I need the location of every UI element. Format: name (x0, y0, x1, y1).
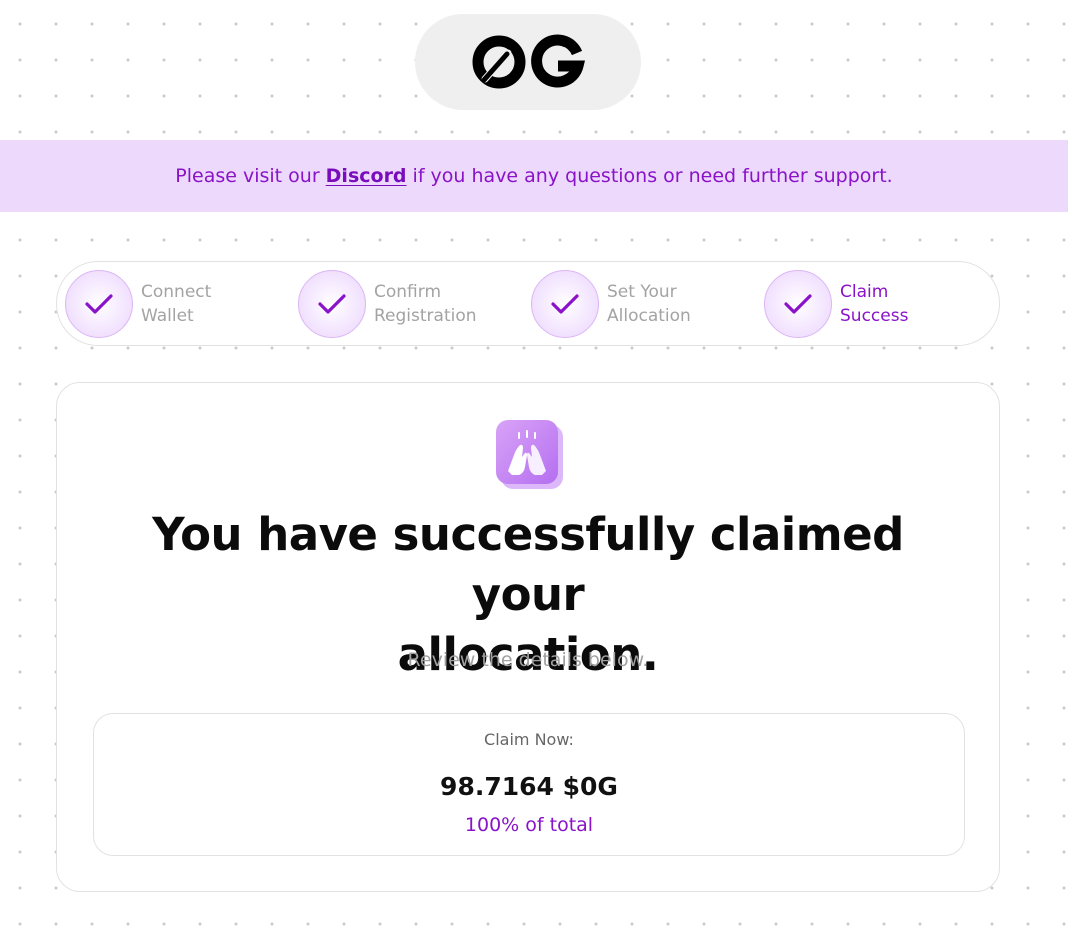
check-icon (85, 293, 113, 314)
claim-label: Claim Now: (484, 730, 574, 749)
step-label: Confirm Registration (374, 281, 477, 326)
step-status-circle (531, 269, 599, 338)
logo-container (415, 14, 641, 110)
step-label: Claim Success (840, 281, 909, 326)
success-subtext: Review the details below. (407, 649, 649, 671)
step-connect-wallet: Connect Wallet (65, 268, 261, 339)
claim-percent: 100% of total (464, 814, 594, 836)
step-set-allocation: Set Your Allocation (531, 268, 727, 339)
check-icon (318, 293, 346, 314)
check-icon (784, 293, 812, 314)
step-status-circle (65, 269, 133, 338)
support-banner: Please visit our Discord if you have any… (0, 140, 1068, 212)
progress-stepper: Connect Wallet Confirm Registration Set … (56, 261, 1000, 346)
claim-amount: 98.7164 $0G (440, 772, 618, 801)
success-card: You have successfully claimed your alloc… (56, 382, 1000, 892)
discord-link[interactable]: Discord (326, 165, 407, 187)
step-label: Connect Wallet (141, 281, 212, 326)
step-status-circle (298, 269, 366, 338)
step-status-circle (764, 269, 832, 338)
step-label: Set Your Allocation (607, 281, 691, 326)
step-confirm-registration: Confirm Registration (298, 268, 494, 339)
claim-summary-box: Claim Now: 98.7164 $0G 100% of total (93, 713, 965, 856)
0g-logo-icon (472, 34, 586, 89)
high-five-hands-icon (496, 420, 563, 489)
banner-text-before: Please visit our (175, 165, 320, 187)
check-icon (551, 293, 579, 314)
banner-text-after: if you have any questions or need furthe… (412, 165, 893, 187)
step-claim-success: Claim Success (764, 268, 960, 339)
